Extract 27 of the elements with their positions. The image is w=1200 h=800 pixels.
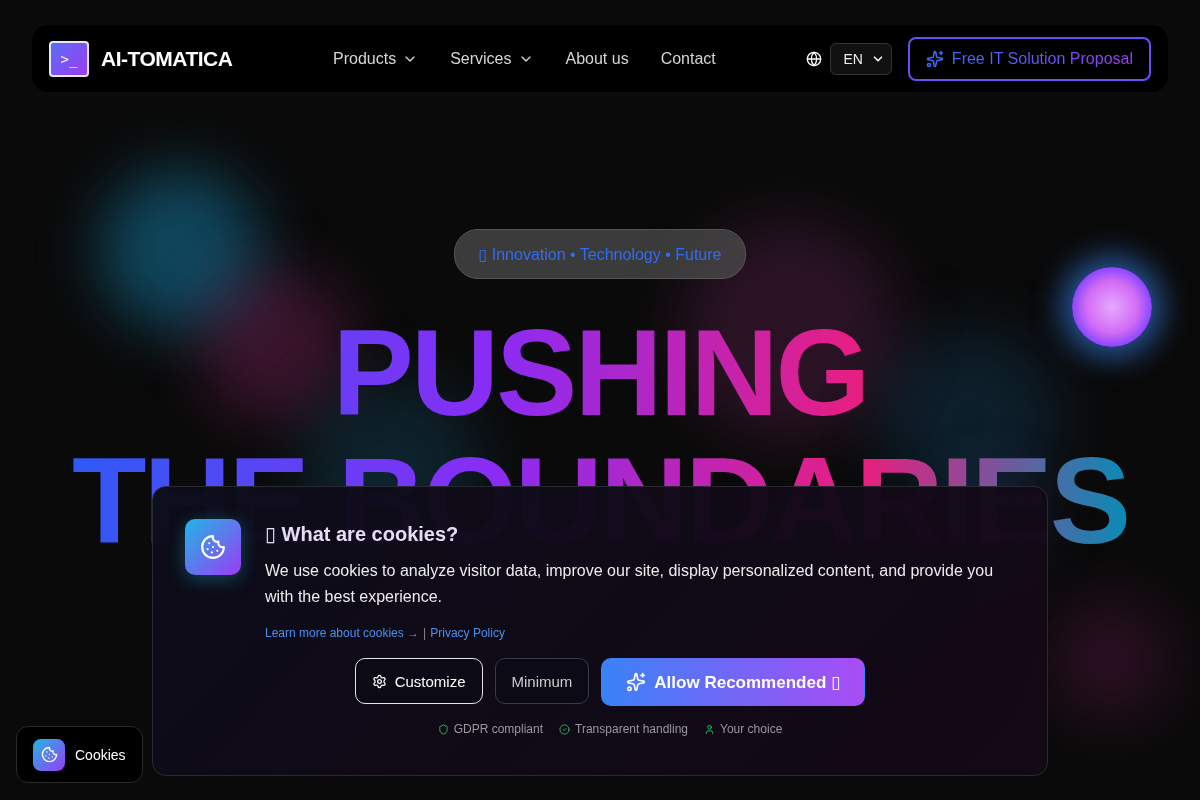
privacy-link[interactable]: Privacy Policy — [430, 626, 505, 640]
cookie-icon — [33, 738, 65, 771]
proposal-button[interactable]: Free IT Solution Proposal — [907, 36, 1151, 81]
sparkle-icon — [925, 49, 944, 68]
cookies-button[interactable]: Cookies — [16, 726, 143, 783]
language-select[interactable]: EN — [830, 42, 892, 75]
logo[interactable]: >_ — [49, 40, 89, 77]
tagline-badge: ▯ Innovation • Technology • Future — [453, 229, 747, 279]
separator: | — [423, 626, 427, 640]
nav-link[interactable]: Contact — [660, 49, 716, 68]
trust-label: Transparent handling — [575, 722, 689, 736]
allow-button[interactable]: Allow Recommended ▯ — [601, 658, 866, 706]
user-icon — [704, 723, 716, 735]
globe-icon — [806, 50, 823, 67]
cookies-link[interactable]: Learn more about cookies → — [265, 626, 420, 640]
sparkle-icon — [626, 672, 647, 692]
nav-link[interactable]: Products — [333, 49, 419, 68]
minimum-button[interactable]: Minimum — [494, 658, 590, 704]
brand-name[interactable]: AI-TOMATICA — [101, 46, 233, 71]
trust-label: GDPR compliant — [453, 722, 544, 736]
check-icon — [559, 723, 571, 735]
nav-link[interactable]: About us — [565, 49, 629, 68]
shield-icon — [437, 723, 449, 735]
customize-button[interactable]: Customize — [354, 658, 483, 704]
nav-link[interactable]: Services — [450, 49, 534, 68]
trust-label: Your choice — [720, 722, 783, 736]
settings-icon — [371, 673, 387, 689]
